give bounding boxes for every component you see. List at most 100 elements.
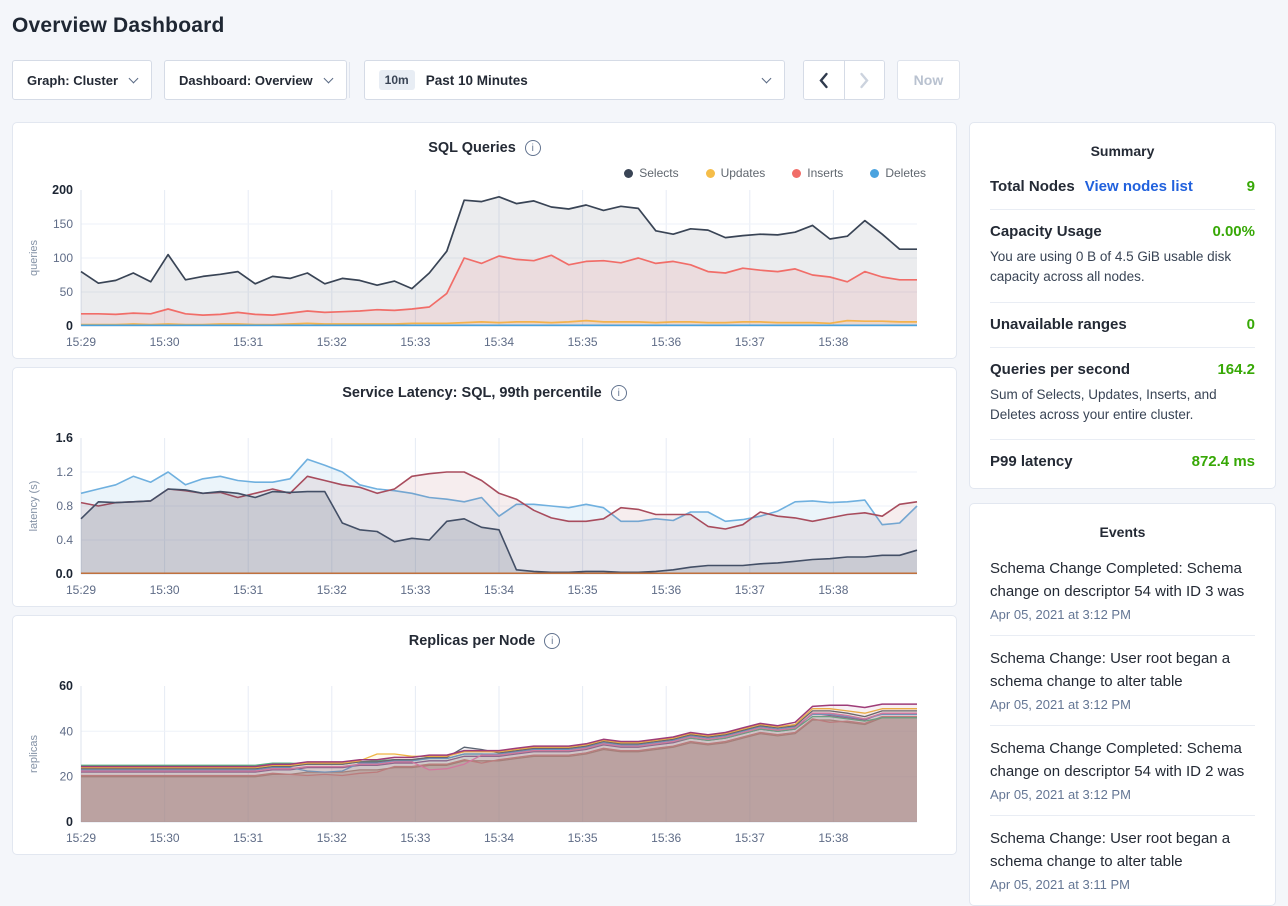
summary-row-p99-latency: P99 latency 872.4 ms <box>990 440 1255 484</box>
svg-text:0: 0 <box>66 815 73 829</box>
svg-text:15:29: 15:29 <box>66 831 96 845</box>
svg-text:15:33: 15:33 <box>400 335 430 349</box>
svg-text:0.0: 0.0 <box>56 567 73 581</box>
svg-text:15:35: 15:35 <box>568 583 598 597</box>
svg-text:60: 60 <box>59 680 73 693</box>
chevron-down-icon <box>129 73 139 83</box>
legend-item-inserts: Inserts <box>792 166 843 180</box>
chart-title: Replicas per Node <box>409 633 536 649</box>
svg-text:0: 0 <box>66 319 73 333</box>
event-timestamp: Apr 05, 2021 at 3:12 PM <box>990 607 1255 622</box>
summary-value: 164.2 <box>1217 361 1255 378</box>
chart-title: Service Latency: SQL, 99th percentile <box>342 385 602 401</box>
summary-subtext: You are using 0 B of 4.5 GiB usable disk… <box>990 247 1255 288</box>
chart-header: SQL Queries <box>25 135 944 161</box>
event-message: Schema Change Completed: Schema change o… <box>990 738 1255 783</box>
legend-item-deletes: Deletes <box>870 166 926 180</box>
summary-label: Total Nodes <box>990 178 1075 195</box>
event-item: Schema Change Completed: Schema change o… <box>990 546 1255 635</box>
svg-text:15:38: 15:38 <box>818 831 848 845</box>
events-panel: Events Schema Change Completed: Schema c… <box>969 503 1276 906</box>
event-message: Schema Change: User root began a schema … <box>990 648 1255 693</box>
svg-text:0.8: 0.8 <box>56 499 73 513</box>
view-nodes-list-link[interactable]: View nodes list <box>1085 178 1193 195</box>
svg-text:15:32: 15:32 <box>317 335 347 349</box>
summary-value: 0 <box>1247 316 1255 333</box>
next-time-window-button[interactable] <box>844 61 884 99</box>
time-step-buttons <box>803 60 885 100</box>
svg-text:150: 150 <box>53 217 73 231</box>
time-window-dropdown[interactable]: 10m Past 10 Minutes <box>364 60 785 100</box>
page-title: Overview Dashboard <box>12 14 1288 38</box>
legend-dot <box>624 169 633 178</box>
svg-text:15:29: 15:29 <box>66 583 96 597</box>
summary-label: Capacity Usage <box>990 223 1102 240</box>
event-item: Schema Change: User root began a schema … <box>990 815 1255 905</box>
svg-text:15:30: 15:30 <box>150 335 180 349</box>
graph-dropdown[interactable]: Graph: Cluster <box>12 60 152 100</box>
time-window-badge: 10m <box>379 70 415 90</box>
chart-card-service-latency: Service Latency: SQL, 99th percentile 15… <box>12 367 957 607</box>
chevron-right-icon <box>859 72 870 89</box>
svg-text:15:34: 15:34 <box>484 335 514 349</box>
replicas-per-node-chart[interactable]: 15:2915:3015:3115:3215:3315:3415:3515:36… <box>25 680 944 846</box>
summary-value: 0.00% <box>1212 223 1255 240</box>
chart-header: Replicas per Node <box>25 628 944 654</box>
summary-label: P99 latency <box>990 453 1073 470</box>
summary-row-total-nodes: Total Nodes View nodes list 9 <box>990 165 1255 210</box>
summary-row-unavailable-ranges: Unavailable ranges 0 <box>990 303 1255 348</box>
side-column: Summary Total Nodes View nodes list 9 Ca… <box>969 122 1276 906</box>
svg-text:15:31: 15:31 <box>233 831 263 845</box>
charts-column: SQL Queries Selects Updates Inserts Dele… <box>12 122 957 855</box>
event-message: Schema Change Completed: Schema change o… <box>990 558 1255 603</box>
svg-text:50: 50 <box>60 285 74 299</box>
svg-text:15:36: 15:36 <box>651 335 681 349</box>
chart-legend: Selects Updates Inserts Deletes <box>25 164 944 182</box>
service-latency-chart[interactable]: 15:2915:3015:3115:3215:3315:3415:3515:36… <box>25 432 944 598</box>
svg-text:15:38: 15:38 <box>818 335 848 349</box>
legend-dot <box>870 169 879 178</box>
events-title: Events <box>990 524 1255 540</box>
summary-value: 9 <box>1247 178 1255 195</box>
summary-title: Summary <box>990 143 1255 159</box>
previous-time-window-button[interactable] <box>804 61 844 99</box>
summary-panel: Summary Total Nodes View nodes list 9 Ca… <box>969 122 1276 489</box>
divider <box>349 62 350 98</box>
svg-text:15:30: 15:30 <box>150 831 180 845</box>
graph-dropdown-label: Graph: Cluster <box>27 73 118 88</box>
svg-text:15:32: 15:32 <box>317 583 347 597</box>
summary-row-capacity-usage: Capacity Usage 0.00% You are using 0 B o… <box>990 210 1255 303</box>
svg-text:15:31: 15:31 <box>233 335 263 349</box>
svg-text:15:37: 15:37 <box>735 335 765 349</box>
chart-card-replicas-per-node: Replicas per Node 15:29 15:30 15:31 15:32 15… <box>12 615 957 855</box>
event-message: Schema Change: User root began a schema … <box>990 828 1255 873</box>
legend-item-updates: Updates <box>706 166 766 180</box>
dashboard-dropdown-label: Dashboard: Overview <box>179 73 313 88</box>
info-icon[interactable] <box>611 385 627 401</box>
svg-text:15:36: 15:36 <box>651 831 681 845</box>
svg-text:40: 40 <box>60 724 74 738</box>
summary-label: Unavailable ranges <box>990 316 1127 333</box>
dashboard-dropdown[interactable]: Dashboard: Overview <box>164 60 347 100</box>
svg-text:latency (s): latency (s) <box>28 481 40 532</box>
svg-text:15:30: 15:30 <box>150 583 180 597</box>
summary-row-queries-per-second: Queries per second 164.2 Sum of Selects,… <box>990 348 1255 441</box>
svg-text:15:38: 15:38 <box>818 583 848 597</box>
dashboard-controls: Graph: Cluster Dashboard: Overview 10m P… <box>12 60 1276 100</box>
event-item: Schema Change Completed: Schema change o… <box>990 725 1255 815</box>
svg-text:15:33: 15:33 <box>400 831 430 845</box>
chevron-down-icon <box>323 73 333 83</box>
sql-queries-chart[interactable]: 15:2915:3015:3115:3215:3315:3415:3515:36… <box>25 184 944 350</box>
svg-text:15:37: 15:37 <box>735 831 765 845</box>
info-icon[interactable] <box>544 633 560 649</box>
svg-text:20: 20 <box>60 770 74 784</box>
svg-text:1.2: 1.2 <box>56 465 73 479</box>
info-icon[interactable] <box>525 140 541 156</box>
svg-text:15:37: 15:37 <box>735 583 765 597</box>
event-timestamp: Apr 05, 2021 at 3:12 PM <box>990 787 1255 802</box>
now-button[interactable]: Now <box>897 60 961 100</box>
legend-dot <box>706 169 715 178</box>
svg-text:15:32: 15:32 <box>317 831 347 845</box>
chart-title: SQL Queries <box>428 140 516 156</box>
dashboard-main: SQL Queries Selects Updates Inserts Dele… <box>12 122 1276 906</box>
